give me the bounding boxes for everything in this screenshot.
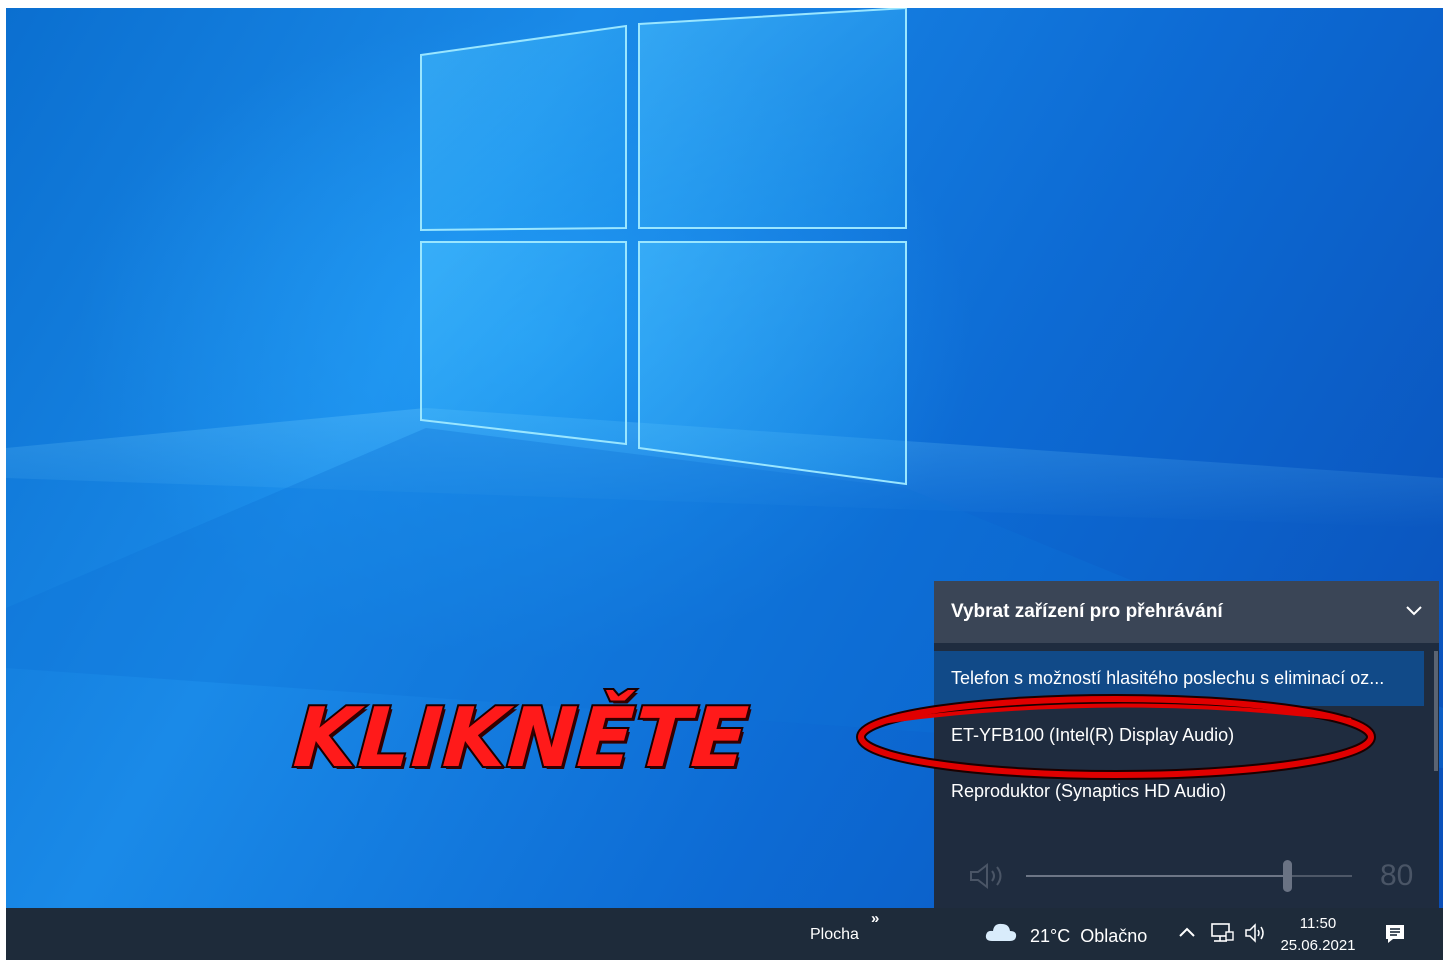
speaker-icon[interactable]	[1244, 922, 1268, 944]
chevron-down-icon[interactable]	[1405, 604, 1423, 618]
device-label: ET-YFB100 (Intel(R) Display Audio)	[951, 725, 1235, 745]
notification-icon[interactable]	[1383, 922, 1407, 946]
flyout-header[interactable]: Vybrat zařízení pro přehrávání	[934, 581, 1439, 643]
device-item-telefon[interactable]: Telefon s možností hlasitého poslechu s …	[934, 651, 1424, 706]
weather-temperature: 21°C	[1030, 926, 1071, 946]
cloud-icon[interactable]	[984, 920, 1018, 944]
device-item-reproduktor[interactable]: Reproduktor (Synaptics HD Audio)	[934, 764, 1424, 819]
device-label: Telefon s možností hlasitého poslechu s …	[951, 668, 1385, 688]
clock-time: 11:50	[1299, 915, 1337, 932]
desktop-toolbar-label[interactable]: Plocha	[810, 926, 859, 944]
weather-condition: Oblačno	[1080, 926, 1148, 946]
chevron-up-icon[interactable]	[1177, 922, 1197, 942]
click-annotation-text: KLIKNĚTE	[289, 689, 754, 788]
volume-slider-thumb[interactable]	[1283, 860, 1292, 892]
taskbar: Plocha » 21°C Oblačno 11:50 25.06.2021	[6, 908, 1443, 960]
audio-device-flyout: Vybrat zařízení pro přehrávání Telefon s…	[934, 581, 1439, 908]
speaker-icon[interactable]	[968, 861, 1008, 891]
clock[interactable]: 11:50 25.06.2021	[1278, 913, 1358, 957]
screenshot-frame: KLIKNĚTE Vybrat zařízení pro přehrávání …	[6, 8, 1443, 960]
weather-label[interactable]: 21°C Oblačno	[1030, 926, 1147, 947]
device-label: Reproduktor (Synaptics HD Audio)	[951, 781, 1227, 801]
device-item-et-yfb100[interactable]: ET-YFB100 (Intel(R) Display Audio)	[934, 708, 1424, 763]
clock-date: 25.06.2021	[1280, 937, 1356, 954]
network-icon[interactable]	[1209, 922, 1235, 944]
volume-slider-fill	[1026, 875, 1287, 877]
toolbar-overflow-icon[interactable]: »	[871, 910, 879, 927]
device-list-scrollbar[interactable]	[1434, 651, 1438, 771]
volume-slider[interactable]	[1026, 860, 1352, 892]
flyout-title: Vybrat zařízení pro přehrávání	[951, 601, 1223, 622]
volume-value: 80	[1380, 859, 1414, 892]
